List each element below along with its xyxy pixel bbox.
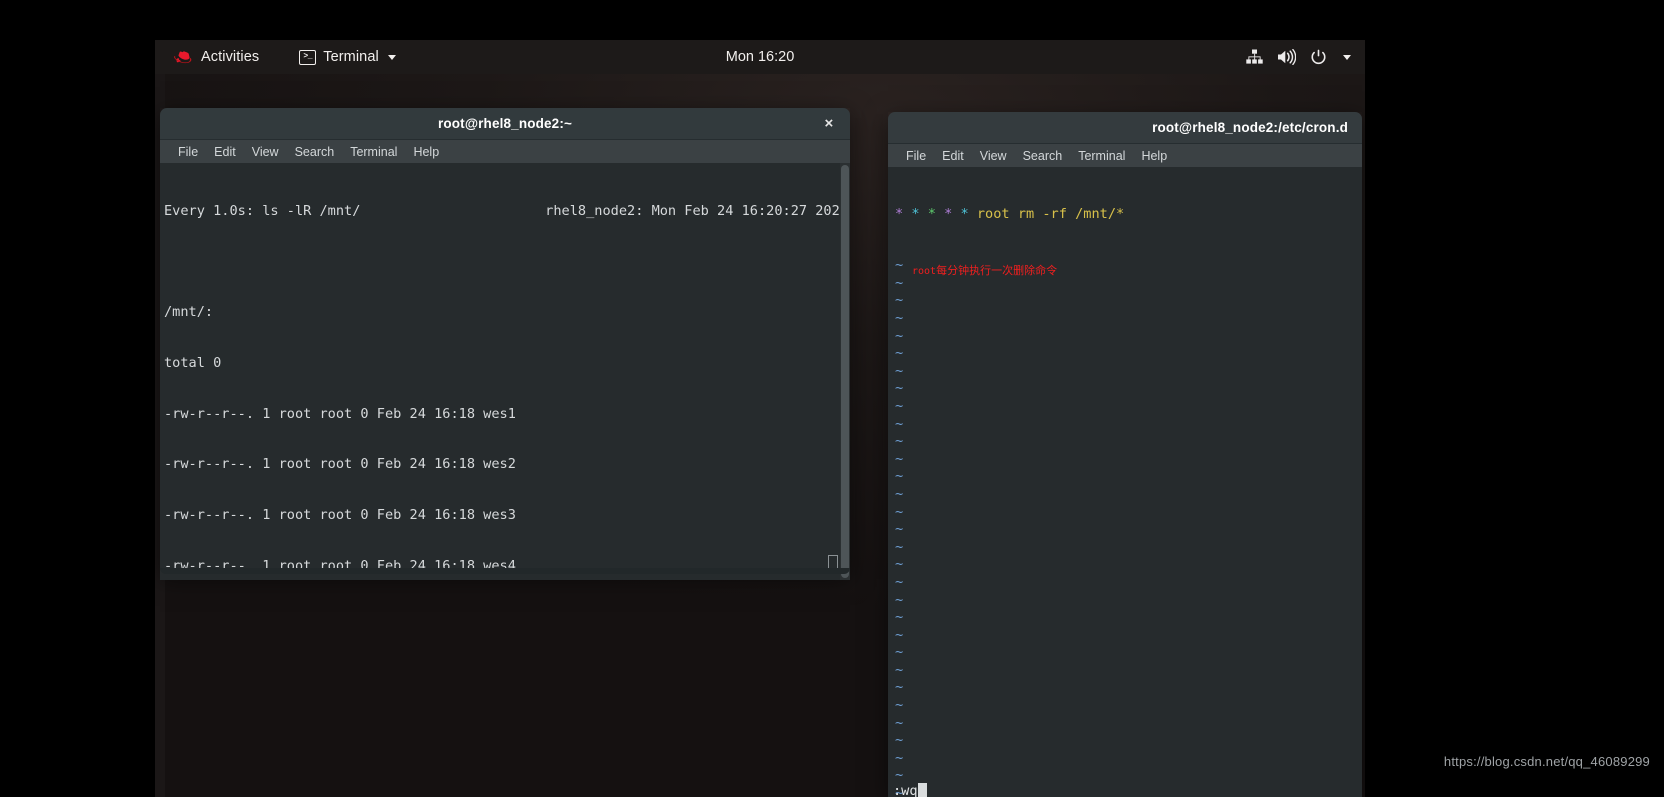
menu-item-terminal[interactable]: Terminal	[342, 143, 405, 161]
watch-header-host-time: rhel8_node2: Mon Feb 24 16:20:27 2020	[545, 202, 848, 219]
window-titlebar-right[interactable]: root@rhel8_node2:/etc/cron.d	[888, 112, 1362, 144]
vim-tilde-line: ~	[895, 380, 904, 397]
volume-icon[interactable]	[1277, 49, 1296, 65]
terminal-line: total 0	[164, 354, 222, 371]
network-wired-icon[interactable]	[1246, 49, 1263, 65]
activities-label: Activities	[201, 49, 260, 65]
menu-item-help[interactable]: Help	[405, 143, 447, 161]
menubar-right[interactable]: File Edit View Search Terminal Help	[888, 144, 1362, 167]
cron-field-weekday: *	[960, 205, 969, 222]
menu-item-terminal[interactable]: Terminal	[1070, 147, 1133, 165]
vim-tilde-line: ~	[895, 503, 904, 520]
top-bar-left-group: Activities >_ Terminal	[155, 45, 405, 69]
vim-tilde-line: ~	[895, 609, 904, 626]
terminal-window-right[interactable]: root@rhel8_node2:/etc/cron.d File Edit V…	[888, 112, 1362, 797]
chevron-down-icon	[387, 54, 396, 60]
power-icon[interactable]	[1310, 49, 1327, 66]
watch-header-command: Every 1.0s: ls -lR /mnt/	[164, 202, 361, 219]
cron-user: root	[976, 205, 1010, 222]
app-menu-terminal[interactable]: >_ Terminal	[290, 45, 405, 69]
menubar-left[interactable]: File Edit View Search Terminal Help	[160, 140, 850, 163]
vim-tilde-line: ~	[895, 556, 904, 573]
vim-tilde-line: ~	[895, 327, 904, 344]
gnome-top-bar: Activities >_ Terminal Mon 16:20	[155, 40, 1365, 74]
vim-tilde-line: ~	[895, 679, 904, 696]
vim-tilde-line: ~	[895, 538, 904, 555]
menu-item-file[interactable]: File	[898, 147, 934, 165]
cron-field-minute: *	[895, 205, 904, 222]
block-cursor-icon	[917, 783, 927, 797]
terminal-output-left[interactable]: Every 1.0s: ls -lR /mnt/ rhel8_node2: Mo…	[160, 163, 850, 580]
red-hat-logo-icon	[174, 49, 194, 65]
vim-tilde-line: ~	[895, 591, 904, 608]
vim-tilde-line: ~	[895, 697, 904, 714]
vim-tilde-line: ~	[895, 644, 904, 661]
vim-editor[interactable]: * * * * * root rm -rf /mnt/* ~ ~ ~ ~ ~ ~ ~ ~ ~ ~ ~…	[888, 167, 1362, 797]
vim-tilde-line: ~	[895, 450, 904, 467]
menu-item-edit[interactable]: Edit	[934, 147, 972, 165]
terminal-line: /mnt/:	[164, 304, 214, 321]
vim-tilde-line: ~	[895, 415, 904, 432]
menu-item-search[interactable]: Search	[287, 143, 343, 161]
menu-item-view[interactable]: View	[972, 147, 1015, 165]
vim-tilde-line: ~	[895, 749, 904, 766]
cron-field-day: *	[927, 205, 936, 222]
scrollbar-left[interactable]	[840, 163, 850, 580]
vim-tilde-line: ~	[895, 714, 904, 731]
window-title-left: root@rhel8_node2:~	[437, 116, 572, 131]
vim-tilde-line: ~	[895, 310, 904, 326]
vim-status-line[interactable]: :wq	[888, 781, 1362, 797]
scrollbar-thumb[interactable]	[841, 165, 849, 578]
menu-item-file[interactable]: File	[170, 143, 206, 161]
menu-item-edit[interactable]: Edit	[206, 143, 244, 161]
app-menu-label: Terminal	[323, 49, 379, 65]
annotation-text: 每分钟执行一次删除命令	[936, 264, 1058, 277]
menu-item-search[interactable]: Search	[1015, 147, 1071, 165]
menu-item-view[interactable]: View	[244, 143, 287, 161]
terminal-window-left[interactable]: root@rhel8_node2:~ × File Edit View Sear…	[160, 108, 850, 580]
vim-tilde-line: ~	[895, 573, 904, 590]
vim-tilde-line: ~	[895, 732, 904, 749]
terminal-line: -rw-r--r--. 1 root root 0 Feb 24 16:18 w…	[164, 507, 516, 524]
vim-command: :wq	[893, 782, 918, 797]
cron-field-hour: *	[911, 205, 920, 222]
vim-tilde-line: ~	[895, 521, 904, 538]
terminal-line: -rw-r--r--. 1 root root 0 Feb 24 16:18 w…	[164, 405, 516, 422]
status-area[interactable]	[1246, 40, 1351, 74]
vim-tilde-line: ~	[895, 626, 904, 643]
vim-tilde-line: ~	[895, 433, 904, 450]
vim-tilde-line: ~	[895, 292, 904, 309]
cron-entry-line: * * * * * root rm -rf /mnt/*	[890, 206, 1362, 224]
vim-tilde-line: ~	[895, 345, 904, 362]
terminal-line: -rw-r--r--. 1 root root 0 Feb 24 16:18 w…	[164, 456, 516, 473]
menu-item-help[interactable]: Help	[1133, 147, 1175, 165]
vim-tilde-line: ~	[895, 362, 904, 379]
watermark-url: https://blog.csdn.net/qq_46089299	[1443, 754, 1650, 769]
window-bottom-edge-left	[160, 568, 850, 574]
cron-command: rm -rf /mnt/*	[1017, 205, 1125, 222]
vim-tilde-block: ~ ~ ~ ~ ~ ~ ~ ~ ~ ~ ~ ~ ~ ~ ~ ~ ~ ~ ~ ~ ~ ~ ~ ~ ~ ~ ~ ~ ~ ~ ~	[890, 257, 1362, 797]
window-titlebar-left[interactable]: root@rhel8_node2:~ ×	[160, 108, 850, 140]
close-icon[interactable]: ×	[820, 115, 838, 133]
status-chevron-down-icon[interactable]	[1343, 54, 1351, 60]
watch-header: Every 1.0s: ls -lR /mnt/ rhel8_node2: Mo…	[162, 203, 850, 220]
terminal-icon: >_	[299, 49, 317, 65]
activities-button[interactable]: Activities	[165, 45, 268, 69]
vim-tilde-line: ~	[895, 661, 904, 678]
vim-tilde-line: ~	[895, 397, 904, 414]
window-title-right: root@rhel8_node2:/etc/cron.d	[1152, 120, 1348, 135]
desktop-screen: Activities >_ Terminal Mon 16:20 root@rh…	[0, 0, 1664, 797]
annotation-note: root每分钟执行一次删除命令	[912, 263, 1057, 281]
annotation-user: root	[912, 266, 937, 277]
vim-tilde-line: ~	[895, 485, 904, 502]
vim-tilde-line: ~	[895, 468, 904, 485]
